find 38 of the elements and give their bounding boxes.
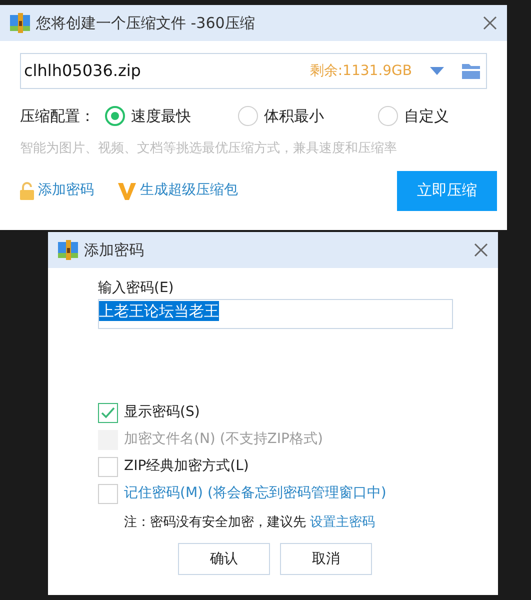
checkbox[interactable] [98, 484, 118, 504]
caret-down-icon[interactable] [430, 67, 444, 75]
checkbox[interactable] [98, 402, 118, 422]
link[interactable]: 生成超级压缩包 [118, 180, 238, 201]
link[interactable]: 添加密码 [20, 180, 94, 201]
archive-icon [10, 13, 30, 33]
free-space: 剩余:1131.9GB [310, 62, 412, 80]
radio-button[interactable] [378, 106, 398, 126]
config-label: 压缩配置： [20, 106, 96, 127]
radio-button[interactable] [238, 106, 258, 126]
dialog-button[interactable]: 确认 [178, 543, 270, 575]
hint-text: 智能为图片、视频、文档等挑选最优压缩方式，兼具速度和压缩率 [20, 140, 398, 158]
compress-button[interactable]: 立即压缩 [397, 170, 497, 210]
radio-button[interactable] [105, 106, 125, 126]
window-title: 您将创建一个压缩文件 -360压缩 [36, 12, 255, 34]
filename-text: clhlh05036.zip [24, 60, 142, 82]
radio-label: 自定义 [404, 106, 449, 127]
filename-field[interactable]: clhlh05036.zip 剩余:1131.9GB [20, 53, 487, 89]
close-icon[interactable] [483, 16, 497, 30]
field-label: 输入密码(E) [98, 279, 175, 298]
password-field[interactable]: 上老王论坛当老王 [98, 299, 453, 329]
close-icon[interactable] [474, 243, 488, 257]
lock-icon [20, 182, 34, 200]
note-text: 注：密码没有安全加密，建议先 [124, 514, 306, 532]
radio-label: 速度最快 [131, 106, 191, 127]
checkbox-label: ZIP经典加密方式(L) [124, 457, 249, 476]
checkbox[interactable] [98, 456, 118, 476]
set-master-password-link[interactable]: 设置主密码 [310, 513, 375, 533]
folder-icon[interactable] [462, 64, 480, 78]
dialog-button[interactable]: 取消 [280, 543, 372, 575]
dialog-title: 添加密码 [84, 240, 144, 261]
checkbox-label[interactable]: 记住密码(M) (将会备忘到密码管理窗口中) [124, 483, 386, 504]
archive-icon [58, 240, 78, 260]
checkbox-label: 显示密码(S) [124, 403, 200, 422]
v-icon [118, 182, 136, 200]
radio-label: 体积最小 [264, 106, 324, 127]
password-text: 上老王论坛当老王 [99, 301, 219, 321]
checkbox-label: 加密文件名(N) (不支持ZIP格式) [124, 430, 323, 449]
